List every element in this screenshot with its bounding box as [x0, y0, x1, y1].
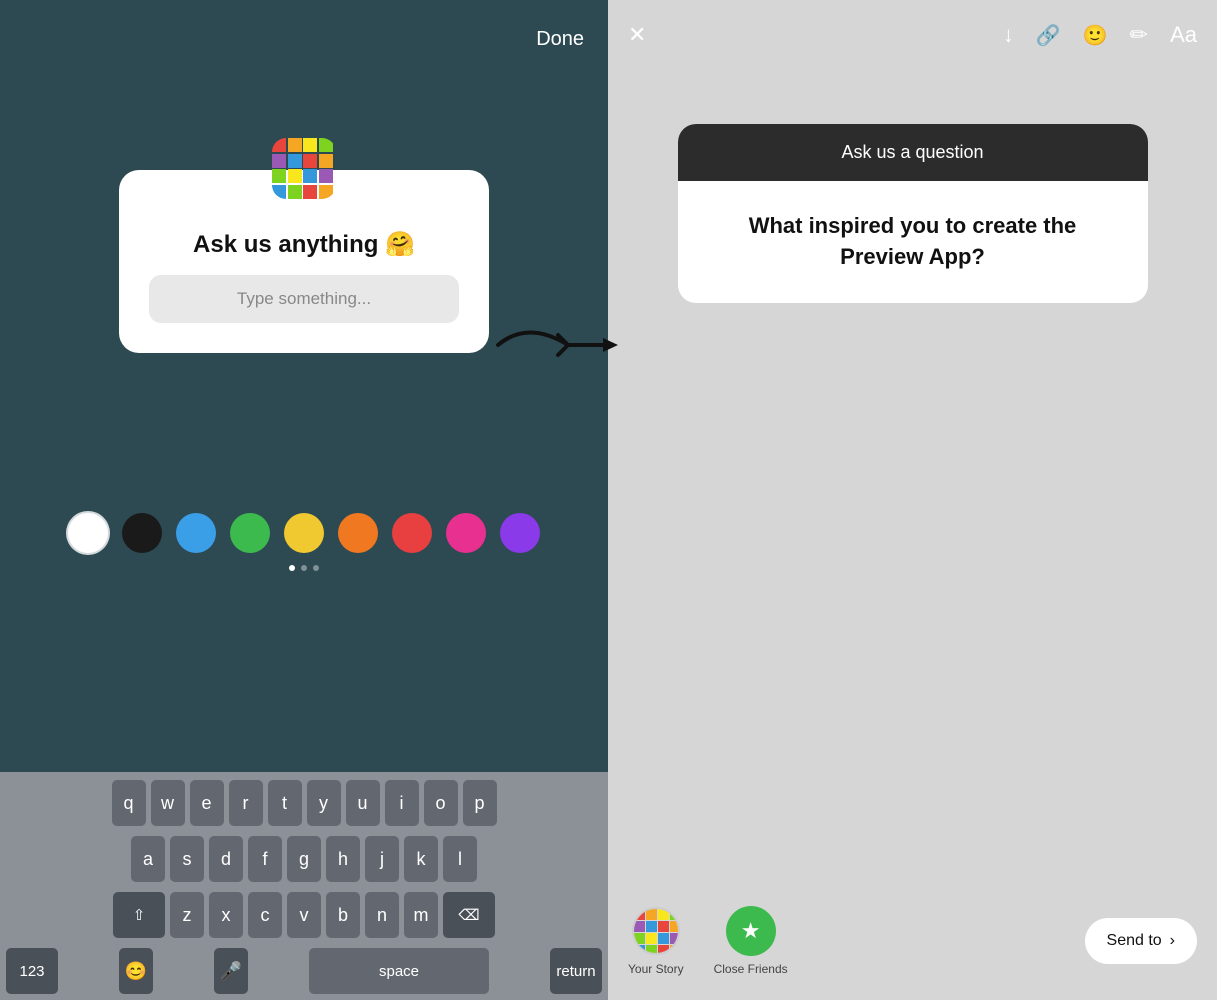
color-yellow[interactable]	[284, 513, 324, 553]
close-friends-icon: ★	[726, 906, 776, 956]
mic-key[interactable]: 🎤	[214, 948, 248, 994]
send-to-button[interactable]: Send to ›	[1085, 918, 1197, 964]
shift-key[interactable]: ⇧	[113, 892, 165, 938]
key-g[interactable]: g	[287, 836, 321, 882]
emoji-key[interactable]: 😊	[119, 948, 153, 994]
arrow-icon	[488, 310, 618, 380]
close-friends-label: Close Friends	[714, 962, 788, 976]
color-pink[interactable]	[446, 513, 486, 553]
key-v[interactable]: v	[287, 892, 321, 938]
key-n[interactable]: n	[365, 892, 399, 938]
color-picker	[68, 513, 540, 553]
keyboard-row-1: q w e r t y u i o p	[6, 780, 602, 826]
color-green[interactable]	[230, 513, 270, 553]
draw-icon[interactable]: ✏	[1130, 22, 1148, 48]
key-b[interactable]: b	[326, 892, 360, 938]
keyboard-row-2: a s d f g h j k l	[6, 836, 602, 882]
key-y[interactable]: y	[307, 780, 341, 826]
key-u[interactable]: u	[346, 780, 380, 826]
close-icon[interactable]: ✕	[628, 22, 646, 48]
sticker-card: Ask us anything 🤗 Type something...	[119, 170, 489, 353]
text-icon[interactable]: Aa	[1170, 22, 1197, 48]
key-p[interactable]: p	[463, 780, 497, 826]
send-to-label: Send to	[1107, 932, 1162, 950]
chevron-right-icon: ›	[1170, 932, 1175, 950]
sticker-title: Ask us anything 🤗	[193, 230, 415, 259]
key-s[interactable]: s	[170, 836, 204, 882]
link-icon[interactable]: 🔗	[1036, 23, 1061, 48]
color-white[interactable]	[68, 513, 108, 553]
key-f[interactable]: f	[248, 836, 282, 882]
question-header-text: Ask us a question	[698, 142, 1128, 163]
close-friends-option[interactable]: ★ Close Friends	[714, 906, 788, 976]
your-story-option[interactable]: Your Story	[628, 906, 684, 976]
numbers-key[interactable]: 123	[6, 948, 58, 994]
dot-1	[289, 565, 295, 571]
key-l[interactable]: l	[443, 836, 477, 882]
right-toolbar: ✕ ↓ 🔗 🙂 ✏ Aa	[608, 0, 1217, 64]
keyboard: q w e r t y u i o p a s d f g h j k l ⇧ …	[0, 772, 608, 1000]
key-t[interactable]: t	[268, 780, 302, 826]
key-c[interactable]: c	[248, 892, 282, 938]
key-e[interactable]: e	[190, 780, 224, 826]
dot-2	[301, 565, 307, 571]
your-story-label: Your Story	[628, 962, 684, 976]
key-d[interactable]: d	[209, 836, 243, 882]
type-input[interactable]: Type something...	[149, 275, 459, 323]
key-q[interactable]: q	[112, 780, 146, 826]
key-a[interactable]: a	[131, 836, 165, 882]
your-story-icon	[631, 906, 681, 956]
question-card: Ask us a question What inspired you to c…	[678, 124, 1148, 303]
key-i[interactable]: i	[385, 780, 419, 826]
pagination-dots	[289, 565, 319, 571]
download-icon[interactable]: ↓	[1003, 22, 1014, 48]
app-logo	[272, 138, 336, 202]
sticker-icon[interactable]: 🙂	[1083, 23, 1108, 48]
story-options: Your Story ★ Close Friends	[628, 906, 788, 976]
backspace-key[interactable]: ⌫	[443, 892, 495, 938]
key-x[interactable]: x	[209, 892, 243, 938]
color-blue[interactable]	[176, 513, 216, 553]
color-orange[interactable]	[338, 513, 378, 553]
question-text: What inspired you to create the Preview …	[706, 211, 1120, 273]
color-black[interactable]	[122, 513, 162, 553]
question-header: Ask us a question	[678, 124, 1148, 181]
keyboard-row-3: ⇧ z x c v b n m ⌫	[6, 892, 602, 938]
left-panel: Done Ask us anythi	[0, 0, 608, 1000]
key-m[interactable]: m	[404, 892, 438, 938]
question-body: What inspired you to create the Preview …	[678, 181, 1148, 303]
color-purple[interactable]	[500, 513, 540, 553]
key-r[interactable]: r	[229, 780, 263, 826]
space-key[interactable]: space	[309, 948, 489, 994]
key-z[interactable]: z	[170, 892, 204, 938]
right-panel: ✕ ↓ 🔗 🙂 ✏ Aa Ask us a question What insp…	[608, 0, 1217, 1000]
return-key[interactable]: return	[550, 948, 602, 994]
bottom-bar: Your Story ★ Close Friends Send to ›	[608, 892, 1217, 1000]
key-o[interactable]: o	[424, 780, 458, 826]
key-w[interactable]: w	[151, 780, 185, 826]
done-button[interactable]: Done	[536, 28, 584, 51]
color-red[interactable]	[392, 513, 432, 553]
key-j[interactable]: j	[365, 836, 399, 882]
keyboard-row-4: 123 😊 🎤 space return	[6, 948, 602, 994]
dot-3	[313, 565, 319, 571]
key-k[interactable]: k	[404, 836, 438, 882]
key-h[interactable]: h	[326, 836, 360, 882]
